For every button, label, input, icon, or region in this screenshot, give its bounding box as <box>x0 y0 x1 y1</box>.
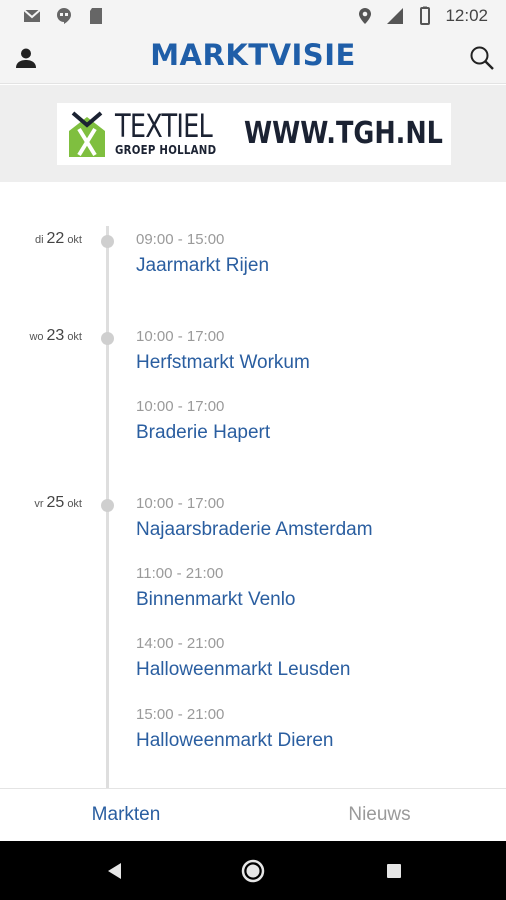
timeline-dot <box>101 499 114 512</box>
market-name[interactable]: Halloweenmarkt Dieren <box>136 730 333 752</box>
hangouts-icon <box>57 8 71 24</box>
banner-brand: TEXTIEL <box>115 107 213 145</box>
search-icon <box>470 46 494 70</box>
market-name[interactable]: Jaarmarkt Rijen <box>136 255 269 277</box>
location-icon <box>359 8 372 24</box>
market-name[interactable]: Najaarsbraderie Amsterdam <box>136 519 373 541</box>
market-item[interactable]: 15:00 - 21:00 Halloweenmarkt Dieren <box>136 706 333 752</box>
recents-square-icon <box>387 864 401 878</box>
textiel-groep-holland-logo <box>69 111 105 157</box>
banner-brand-sub: GROEP HOLLAND <box>115 143 217 157</box>
ad-banner[interactable]: TEXTIEL GROEP HOLLAND WWW.TGH.NL <box>57 103 451 165</box>
market-item[interactable]: 09:00 - 15:00 Jaarmarkt Rijen <box>136 231 269 277</box>
market-time: 14:00 - 21:00 <box>136 635 225 652</box>
market-time: 15:00 - 21:00 <box>136 706 225 723</box>
market-item[interactable]: 14:00 - 21:00 Halloweenmarkt Leusden <box>136 635 350 681</box>
market-time: 10:00 - 17:00 <box>136 398 225 415</box>
gmail-icon <box>23 9 41 22</box>
timeline-dot <box>101 235 114 248</box>
clock: 12:02 <box>445 6 488 25</box>
status-bar: 12:02 <box>0 0 506 32</box>
day-month: okt <box>67 331 82 343</box>
market-timeline: di 22 okt 09:00 - 15:00 Jaarmarkt Rijen wo… <box>0 182 506 788</box>
market-item[interactable]: 11:00 - 21:00 Binnenmarkt Venlo <box>136 565 296 611</box>
system-nav-bar <box>0 841 506 900</box>
banner-url: WWW.TGH.NL <box>244 116 443 151</box>
market-item[interactable]: 10:00 - 17:00 Herfstmarkt Workum <box>136 328 310 374</box>
timeline-dot <box>101 332 114 345</box>
tab-markten[interactable]: Markten <box>6 789 246 841</box>
day-weekday: wo <box>29 331 44 343</box>
market-name[interactable]: Halloweenmarkt Leusden <box>136 659 350 681</box>
day-weekday: vr <box>34 498 44 510</box>
day-number: 22 <box>46 230 65 247</box>
recents-button[interactable] <box>382 859 406 883</box>
market-time: 10:00 - 17:00 <box>136 328 225 345</box>
bottom-tabs: Markten Nieuws <box>0 788 506 841</box>
day-month: okt <box>67 498 82 510</box>
tab-nieuws[interactable]: Nieuws <box>253 789 506 841</box>
sd-card-icon <box>90 8 102 24</box>
market-time: 11:00 - 21:00 <box>136 565 224 582</box>
back-button[interactable] <box>102 859 126 883</box>
day-number: 23 <box>46 327 65 344</box>
day-date: di 22 okt <box>35 230 82 248</box>
market-time: 10:00 - 17:00 <box>136 495 225 512</box>
market-item[interactable]: 10:00 - 17:00 Najaarsbraderie Amsterdam <box>136 495 373 541</box>
battery-icon <box>420 6 431 25</box>
signal-lte-icon <box>387 8 404 24</box>
search-button[interactable] <box>466 42 498 74</box>
day-date: vr 25 okt <box>34 494 82 512</box>
day-number: 25 <box>46 494 65 511</box>
back-triangle-icon <box>108 863 121 879</box>
day-weekday: di <box>34 234 44 246</box>
market-name[interactable]: Binnenmarkt Venlo <box>136 589 296 611</box>
banner-area: TEXTIEL GROEP HOLLAND WWW.TGH.NL <box>0 85 506 182</box>
app-bar: MARKTVISIE <box>0 32 506 84</box>
market-name[interactable]: Braderie Hapert <box>136 422 270 444</box>
home-button[interactable] <box>241 859 265 883</box>
market-time: 09:00 - 15:00 <box>136 231 225 248</box>
day-date: wo 23 okt <box>29 327 82 345</box>
market-item[interactable]: 10:00 - 17:00 Braderie Hapert <box>136 398 270 444</box>
home-circle-icon <box>241 859 265 883</box>
day-month: okt <box>67 234 82 246</box>
app-title: MARKTVISIE <box>150 38 356 72</box>
market-name[interactable]: Herfstmarkt Workum <box>136 352 310 374</box>
